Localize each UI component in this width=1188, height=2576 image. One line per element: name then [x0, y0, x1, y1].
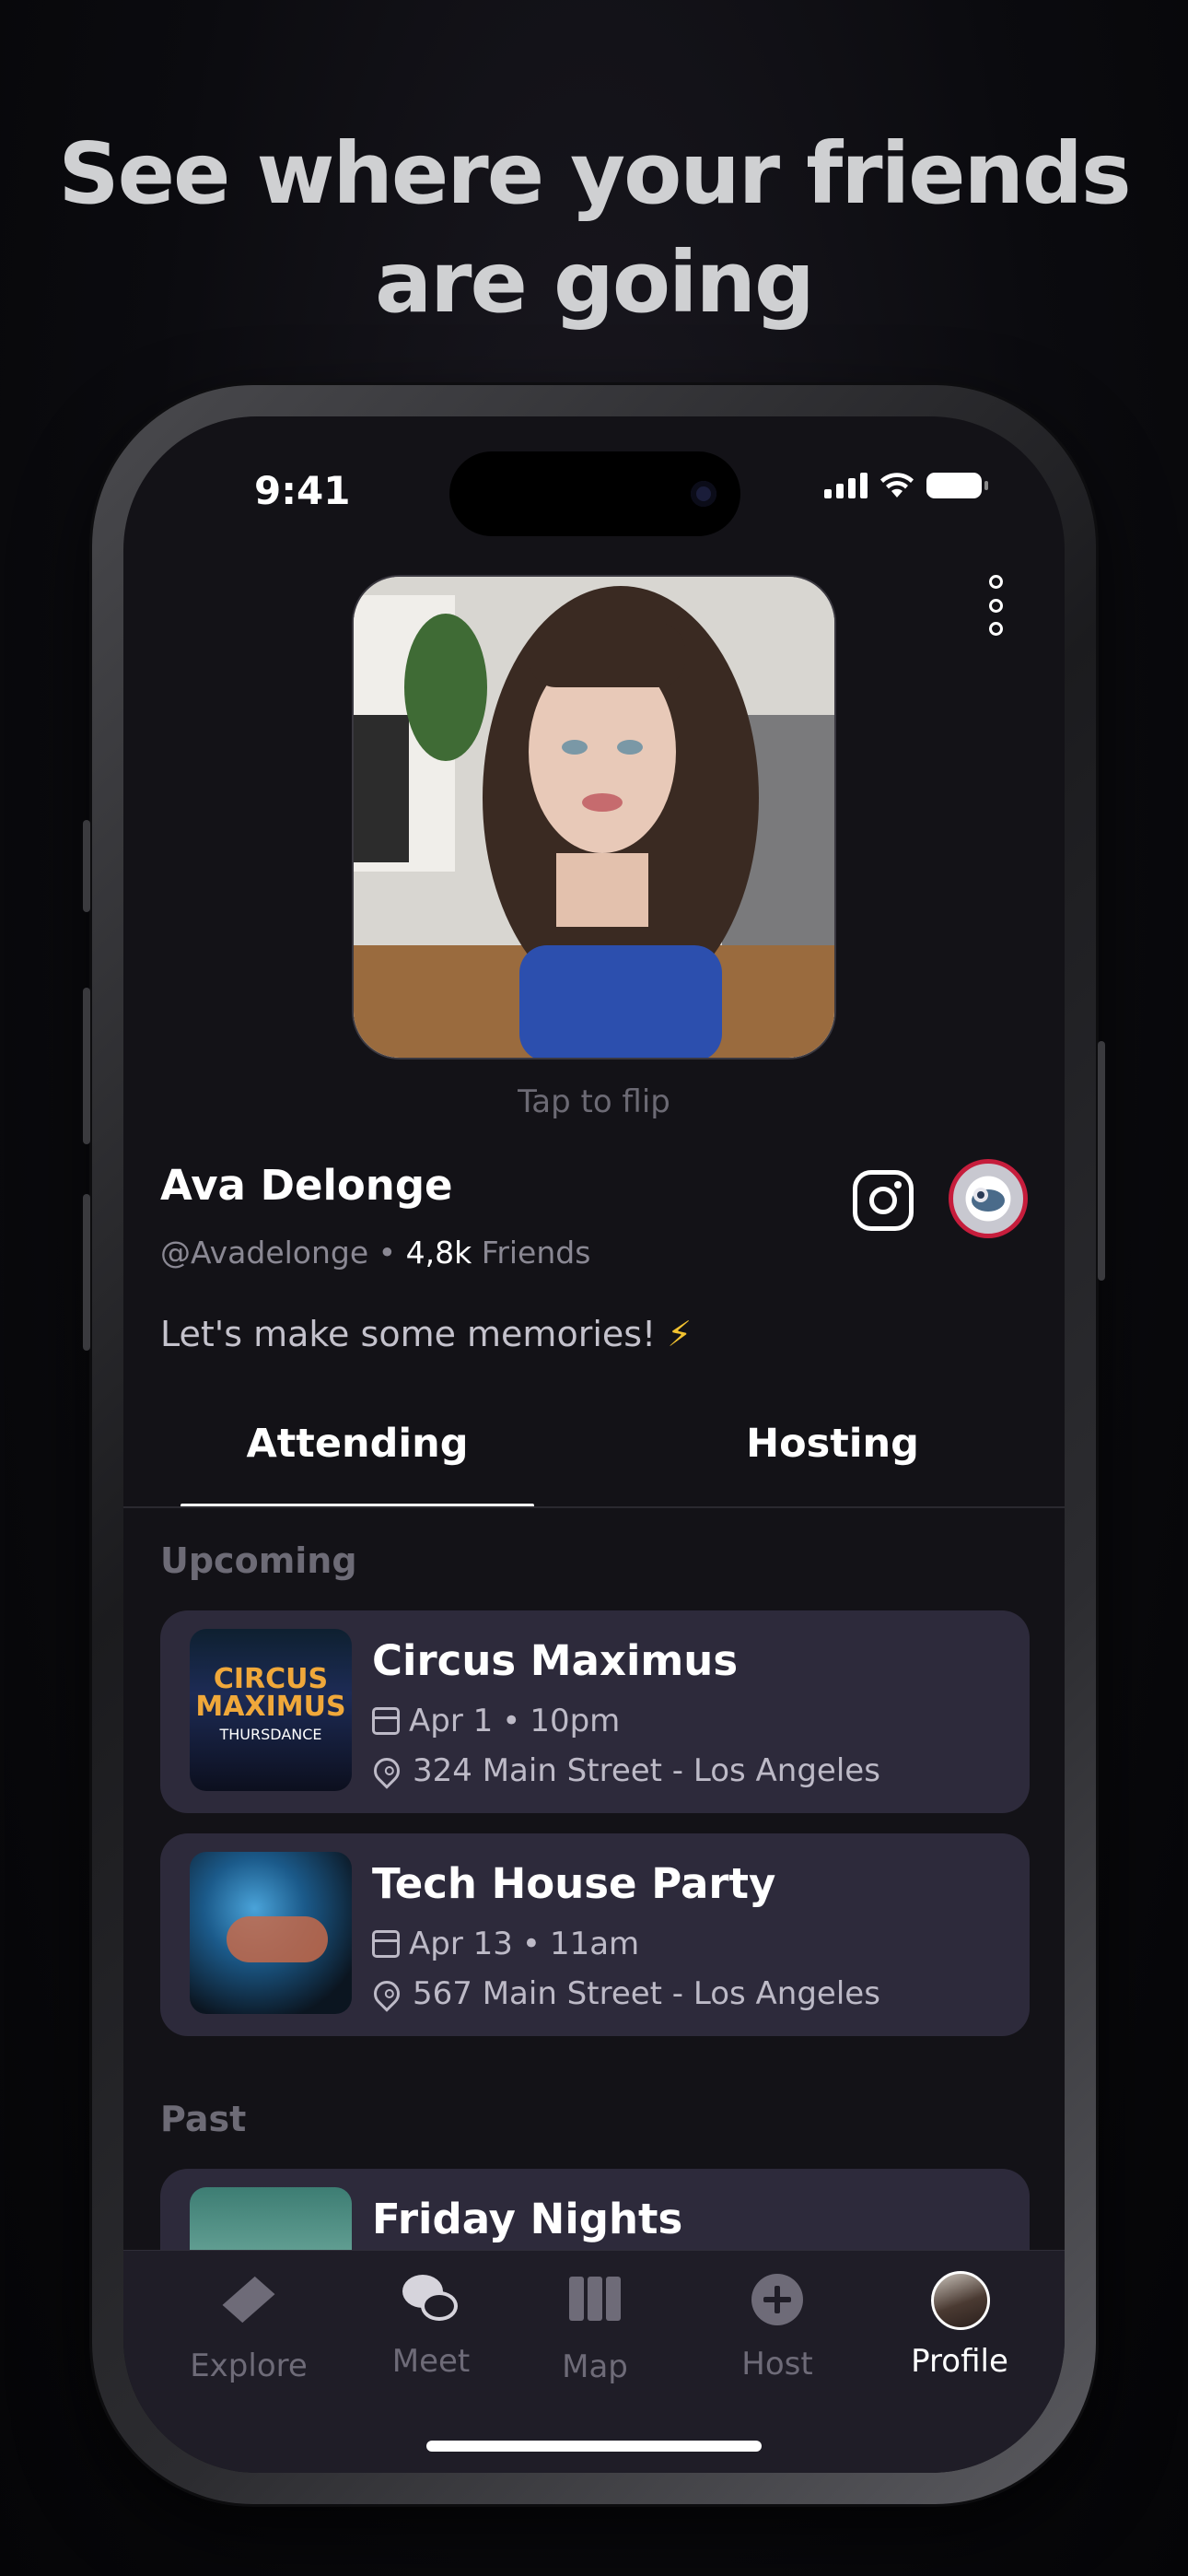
- friends-label[interactable]: Friends: [482, 1235, 591, 1270]
- marketing-headline: See where your friends are going: [0, 120, 1188, 337]
- event-card-circus-maximus[interactable]: CIRCUS MAXIMUS THURSDANCE Circus Maximus…: [160, 1610, 1030, 1813]
- signal-icon: [824, 473, 868, 498]
- event-date: Apr 13: [409, 1926, 513, 1962]
- event-time: 10pm: [530, 1703, 621, 1739]
- section-upcoming: Upcoming: [160, 1540, 357, 1581]
- profile-photo-image: [354, 577, 834, 1058]
- headline-line-2: are going: [375, 233, 815, 332]
- calendar-icon: [372, 1707, 400, 1735]
- badge-avatar[interactable]: [949, 1159, 1028, 1238]
- nav-label: Map: [562, 2348, 628, 2385]
- event-date: Apr 1: [409, 1703, 494, 1739]
- event-location-row: 324 Main Street - Los Angeles: [368, 1752, 880, 1789]
- event-card-tech-house-party[interactable]: Tech House Party Apr 13 • 11am 567 Main …: [160, 1833, 1030, 2036]
- handle-separator: •: [378, 1235, 397, 1270]
- event-thumbnail: CIRCUS MAXIMUS THURSDANCE: [190, 1629, 352, 1791]
- event-title: Tech House Party: [372, 1859, 776, 1908]
- status-icons: [824, 472, 988, 499]
- home-indicator[interactable]: [426, 2441, 762, 2452]
- event-date-row: Apr 13 • 11am: [372, 1926, 639, 1962]
- profile-handle-row: @Avadelonge • 4,8k Friends: [160, 1235, 590, 1270]
- astronaut-badge-icon: [972, 1188, 1005, 1212]
- event-address: 324 Main Street - Los Angeles: [413, 1752, 880, 1789]
- event-location-row: 567 Main Street - Los Angeles: [368, 1975, 880, 2012]
- plus-circle-icon: [749, 2274, 806, 2331]
- nav-label: Profile: [911, 2343, 1008, 2380]
- nav-label: Host: [741, 2346, 813, 2383]
- tap-to-flip-hint: Tap to flip: [518, 1083, 670, 1120]
- thumb-subtitle: THURSDANCE: [219, 1726, 322, 1743]
- nav-host[interactable]: Host: [694, 2271, 860, 2383]
- location-pin-icon: [368, 1752, 405, 1789]
- event-title: Friday Nights: [372, 2195, 683, 2243]
- dynamic-island: [449, 451, 740, 536]
- calendar-icon: [372, 1930, 400, 1958]
- friends-count[interactable]: 4,8k: [406, 1235, 472, 1270]
- more-options-icon[interactable]: [982, 575, 1009, 636]
- event-title: Circus Maximus: [372, 1636, 739, 1685]
- thumb-title: CIRCUS MAXIMUS: [195, 1663, 346, 1723]
- location-pin-icon: [368, 1975, 405, 2012]
- profile-handle[interactable]: @Avadelonge: [160, 1235, 368, 1270]
- section-past: Past: [160, 2099, 247, 2139]
- event-thumbnail: [190, 1852, 352, 2014]
- map-icon: [566, 2277, 623, 2334]
- bio-text: Let's make some memories!: [160, 1314, 657, 1354]
- bottom-tab-bar: Explore Meet Map Host Profile: [123, 2250, 1065, 2473]
- phone-silent-switch: [83, 820, 90, 912]
- nav-profile[interactable]: Profile: [877, 2271, 1042, 2380]
- phone-power-button: [1098, 1041, 1105, 1281]
- tab-divider: [123, 1506, 1065, 1508]
- phone-volume-down: [83, 1194, 90, 1351]
- status-time: 9:41: [254, 468, 351, 513]
- nav-map[interactable]: Map: [512, 2271, 678, 2385]
- front-camera: [691, 481, 716, 507]
- chat-bubbles-icon: [402, 2271, 460, 2328]
- compass-icon: [220, 2276, 277, 2333]
- headline-line-1: See where your friends: [58, 124, 1131, 223]
- instagram-icon[interactable]: [853, 1170, 914, 1231]
- tab-hosting[interactable]: Hosting: [656, 1421, 1009, 1467]
- date-separator: •: [521, 1926, 541, 1962]
- profile-name: Ava Delonge: [160, 1161, 453, 1210]
- event-address: 567 Main Street - Los Angeles: [413, 1975, 880, 2012]
- app-screen: 9:41 Tap to flip Ava Delonge @Avadelonge…: [123, 416, 1065, 2473]
- wifi-icon: [880, 473, 914, 498]
- battery-icon: [926, 473, 988, 498]
- phone-volume-up: [83, 988, 90, 1144]
- event-time: 11am: [549, 1926, 640, 1962]
- lightning-icon: ⚡: [667, 1314, 693, 1354]
- nav-explore[interactable]: Explore: [166, 2271, 332, 2384]
- nav-label: Meet: [391, 2343, 471, 2380]
- tab-attending[interactable]: Attending: [181, 1421, 534, 1467]
- profile-photo[interactable]: [352, 575, 836, 1060]
- thumb-image-hand: [227, 1916, 328, 1962]
- event-date-row: Apr 1 • 10pm: [372, 1703, 620, 1739]
- avatar-icon: [931, 2271, 990, 2330]
- profile-bio: Let's make some memories! ⚡: [160, 1314, 692, 1354]
- nav-label: Explore: [190, 2348, 308, 2384]
- nav-meet[interactable]: Meet: [348, 2271, 514, 2380]
- date-separator: •: [502, 1703, 521, 1739]
